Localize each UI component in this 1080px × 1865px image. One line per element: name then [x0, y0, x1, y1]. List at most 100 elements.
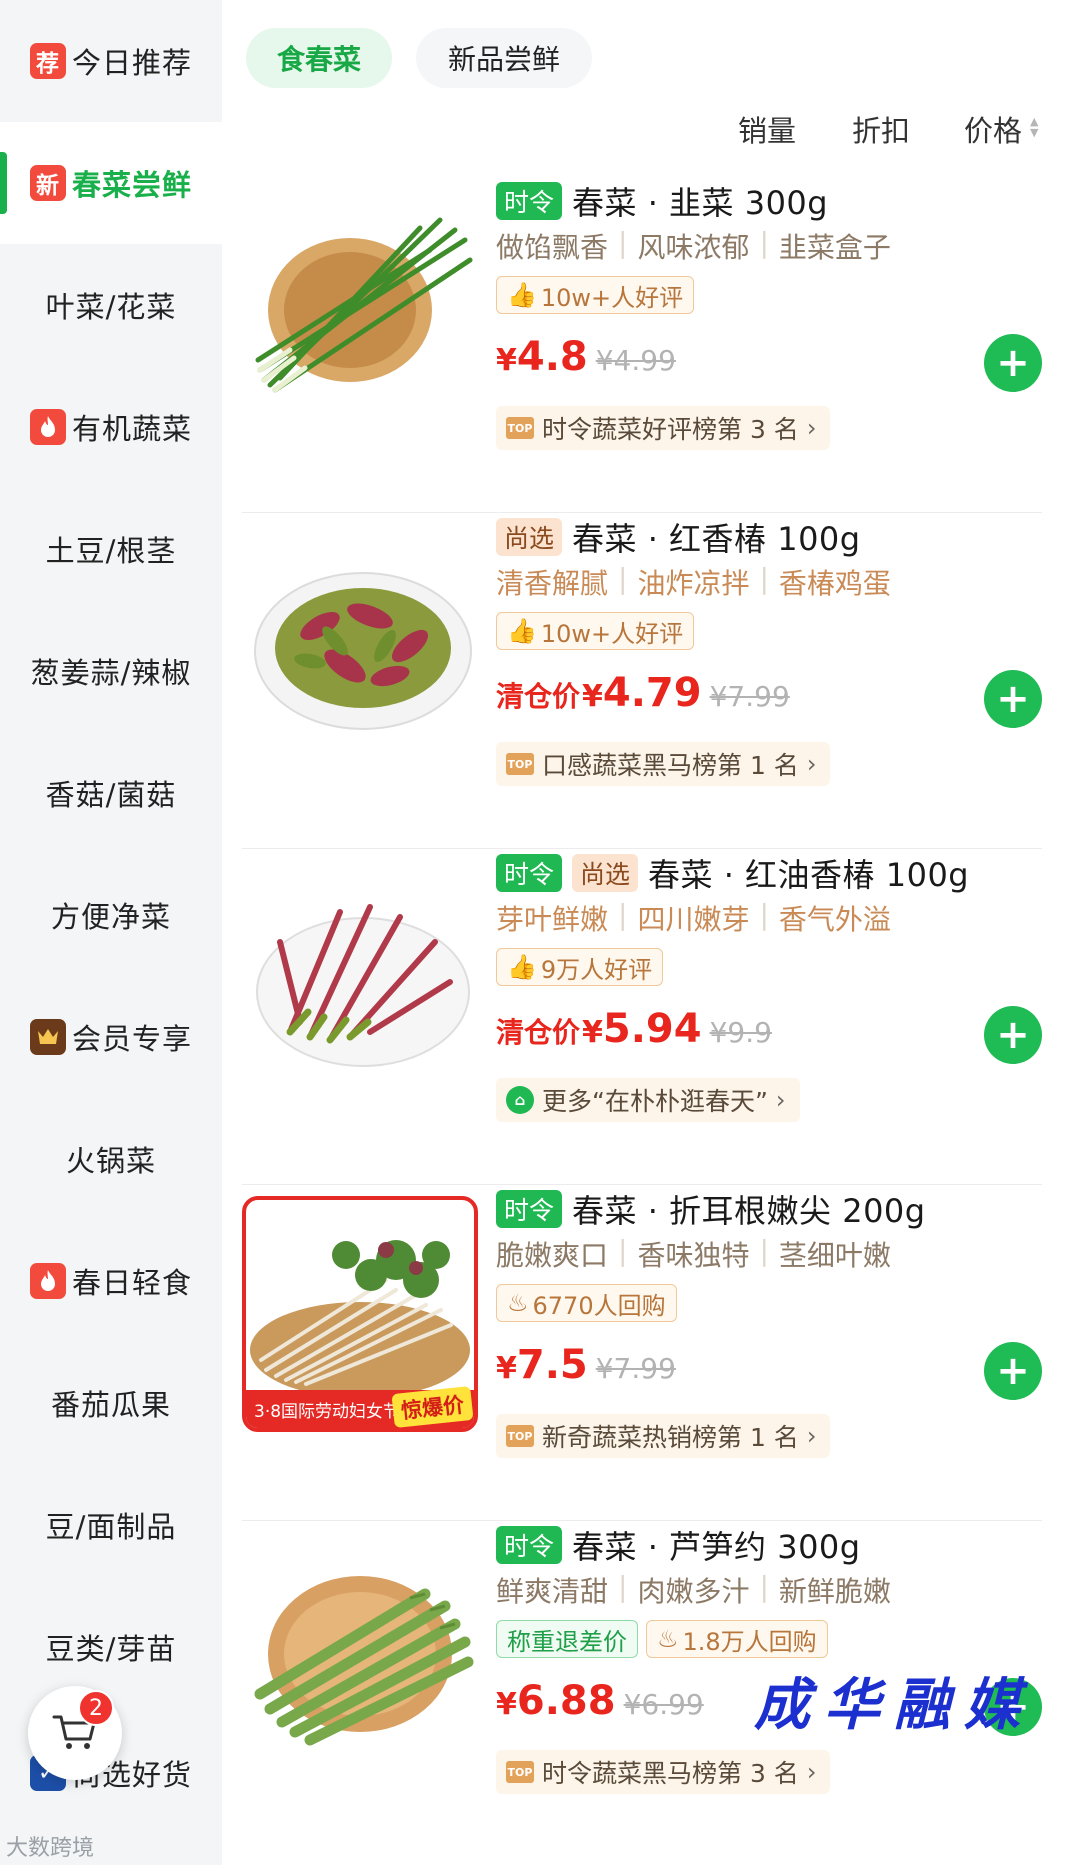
sidebar-item-potato[interactable]: 土豆/根茎 [0, 488, 222, 610]
footer-logo: 大数跨境 [6, 1836, 95, 1861]
feature: 四川嫩芽 [637, 903, 750, 936]
add-to-cart-button[interactable]: + [984, 334, 1042, 392]
top-rank-icon: TOP [506, 1761, 534, 1783]
sidebar-item-label: 火锅菜 [65, 1144, 156, 1178]
product-image[interactable] [250, 200, 476, 420]
badge-row: 👍 9万人好评 [496, 948, 671, 986]
sidebar-item-today[interactable]: 荐 今日推荐 [0, 0, 222, 122]
sidebar-item-tofu[interactable]: 豆/面制品 [0, 1464, 222, 1586]
current-price: 4.8 [516, 334, 588, 380]
add-to-cart-button[interactable]: + [984, 1342, 1042, 1400]
selected-tag: 尚选 [572, 854, 639, 892]
thumb-up-icon: 👍 [507, 953, 537, 981]
thumb-up-icon: 👍 [507, 617, 537, 645]
add-to-cart-button[interactable]: + [984, 1006, 1042, 1064]
sort-by-price[interactable]: 价格 [964, 108, 1022, 150]
sidebar-item-spring-veg[interactable]: 新 春菜尝鲜 [0, 122, 222, 244]
original-price: ¥7.99 [709, 680, 790, 713]
crown-icon [29, 1019, 66, 1055]
badge-row: ♨ 6770人回购 [496, 1284, 685, 1322]
sidebar-item-hotpot[interactable]: 火锅菜 [0, 1098, 222, 1220]
feature: 香椿鸡蛋 [778, 567, 891, 600]
product-card[interactable]: 时令 尚选 春菜 · 红油香椿 100g 芽叶鲜嫩 | 四川嫩芽 | 香气外溢 👍 … [242, 850, 1042, 1185]
divider [242, 512, 1042, 513]
product-title: 春菜 · 韭菜 300g [572, 184, 829, 222]
price-row: 清仓价 ¥ 5.94 ¥9.9 [496, 1006, 772, 1062]
currency-symbol: ¥ [496, 1351, 517, 1386]
price-row: 清仓价 ¥ 4.79 ¥7.99 [496, 670, 790, 726]
currency-symbol: ¥ [496, 343, 517, 378]
product-title: 春菜 · 红油香椿 100g [648, 856, 970, 894]
divider [242, 1520, 1042, 1521]
original-price: ¥4.99 [595, 344, 676, 377]
current-price: 5.94 [602, 1006, 702, 1052]
sidebar-item-member[interactable]: 会员专享 [0, 976, 222, 1098]
sidebar-item-label: 会员专享 [71, 1022, 192, 1056]
ranking-link[interactable]: TOP 时令蔬菜黑马榜第 3 名 › [496, 1750, 831, 1794]
thumb-up-icon: 👍 [507, 281, 537, 309]
original-price: ¥7.99 [595, 1352, 676, 1385]
product-card[interactable]: 时令 春菜 · 韭菜 300g 做馅飘香 | 风味浓郁 | 韭菜盒子 👍 10w+人… [242, 178, 1042, 513]
sort-by-sales[interactable]: 销量 [738, 108, 796, 150]
ranking-link[interactable]: TOP 时令蔬菜好评榜第 3 名 › [496, 406, 831, 450]
currency-symbol: ¥ [582, 1015, 603, 1050]
sidebar-item-light-food[interactable]: 春日轻食 [0, 1220, 222, 1342]
feature: 做馅飘香 [496, 231, 609, 264]
product-title-row: 时令 春菜 · 芦笋约 300g [496, 1524, 861, 1566]
seasonal-tag: 时令 [496, 1190, 563, 1228]
plus-icon: + [996, 1012, 1030, 1058]
product-card[interactable]: 尚选 春菜 · 红香椿 100g 清香解腻 | 油炸凉拌 | 香椿鸡蛋 👍 10w+… [242, 514, 1042, 849]
sort-by-discount[interactable]: 折扣 [852, 108, 910, 150]
product-image[interactable] [250, 536, 476, 756]
badge-row: 称重退差价 ♨ 1.8万人回购 [496, 1620, 836, 1658]
chevron-right-icon: › [806, 1422, 817, 1450]
seasonal-tag: 时令 [496, 182, 563, 220]
sidebar-item-sprouts[interactable]: 豆类/芽苗 [0, 1586, 222, 1708]
divider [242, 848, 1042, 849]
sidebar-item-leafy[interactable]: 叶菜/花菜 [0, 244, 222, 366]
selected-tag: 尚选 [496, 518, 563, 556]
sidebar-item-mushroom[interactable]: 香菇/菌菇 [0, 732, 222, 854]
more-link[interactable]: ⌂ 更多“在朴朴逛春天” › [496, 1078, 800, 1122]
sidebar-item-label: 番茄瓜果 [50, 1388, 171, 1422]
tab-spring-veg[interactable]: 食春菜 [246, 28, 392, 88]
currency-symbol: ¥ [496, 1687, 517, 1722]
sidebar-item-organic[interactable]: 有机蔬菜 [0, 366, 222, 488]
sidebar-item-label: 豆/面制品 [45, 1510, 177, 1544]
currency-symbol: ¥ [582, 679, 603, 714]
price-row: ¥ 6.88 ¥6.99 [496, 1678, 704, 1734]
plus-icon: + [996, 340, 1030, 386]
product-image[interactable]: 3·8国际劳动妇女节 惊爆价 [242, 1196, 478, 1432]
sidebar-item-onion-chili[interactable]: 葱姜蒜/辣椒 [0, 610, 222, 732]
product-card[interactable]: 3·8国际劳动妇女节 惊爆价 时令 春菜 · 折耳根嫩尖 200g 脆嫩爽口 | … [242, 1186, 1042, 1521]
sidebar-item-label: 有机蔬菜 [71, 412, 192, 446]
chevron-right-icon: › [775, 1086, 786, 1114]
feature: 香气外溢 [778, 903, 891, 936]
review-badge: 👍 10w+人好评 [496, 276, 695, 314]
current-price: 6.88 [516, 1678, 616, 1724]
sidebar-item-label: 葱姜蒜/辣椒 [30, 656, 192, 690]
sidebar-item-tomato[interactable]: 番茄瓜果 [0, 1342, 222, 1464]
plus-icon: + [996, 676, 1030, 722]
add-to-cart-button[interactable]: + [984, 670, 1042, 728]
ranking-link[interactable]: TOP 口感蔬菜黑马榜第 1 名 › [496, 742, 831, 786]
product-image[interactable] [250, 872, 476, 1092]
product-features: 做馅飘香 | 风味浓郁 | 韭菜盒子 [496, 226, 891, 264]
flame-icon: ♨ [507, 1289, 529, 1317]
product-title: 春菜 · 折耳根嫩尖 200g [572, 1192, 926, 1230]
current-price: 7.5 [516, 1342, 588, 1388]
feature: 鲜爽清甜 [496, 1575, 609, 1608]
feature: 芽叶鲜嫩 [496, 903, 609, 936]
sidebar-item-label: 豆类/芽苗 [45, 1632, 177, 1666]
feature: 新鲜脆嫩 [778, 1575, 891, 1608]
product-title-row: 时令 春菜 · 韭菜 300g [496, 180, 828, 222]
product-title-row: 尚选 春菜 · 红香椿 100g [496, 516, 861, 558]
product-image[interactable] [250, 1544, 476, 1764]
ranking-link[interactable]: TOP 新奇蔬菜热销榜第 1 名 › [496, 1414, 831, 1458]
product-features: 脆嫩爽口 | 香味独特 | 茎细叶嫩 [496, 1234, 891, 1272]
tab-new-products[interactable]: 新品尝鲜 [416, 28, 592, 88]
sidebar-item-ready-veg[interactable]: 方便净菜 [0, 854, 222, 976]
basket-icon: ⌂ [506, 1086, 534, 1114]
new-badge-icon: 新 [29, 165, 66, 201]
repurchase-badge: ♨ 1.8万人回购 [646, 1620, 828, 1658]
